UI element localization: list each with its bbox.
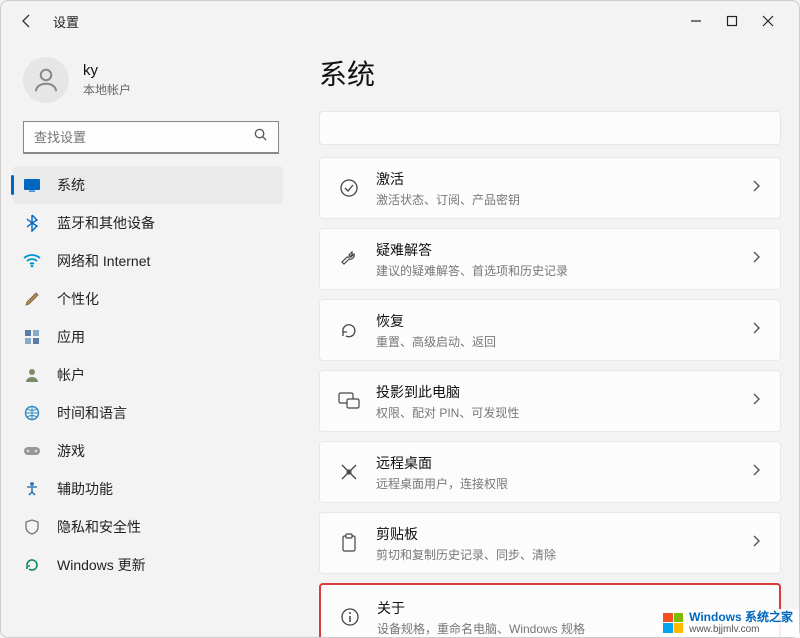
nav-item-accessibility[interactable]: 辅助功能	[1, 470, 291, 508]
user-text: ky 本地帐户	[83, 62, 131, 98]
apps-icon	[23, 328, 41, 346]
card-title: 疑难解答	[376, 240, 734, 260]
card-remote[interactable]: 远程桌面 远程桌面用户，连接权限	[319, 441, 781, 503]
card-subtitle: 剪切和复制历史记录、同步、清除	[376, 546, 734, 563]
main-panel: 系统 激活 激活状态、订阅、产品密钥 疑难解答	[291, 41, 799, 637]
wifi-icon	[23, 252, 41, 270]
search-box[interactable]	[23, 121, 279, 154]
nav-label: 时间和语言	[57, 403, 127, 423]
card-title: 恢复	[376, 311, 734, 331]
user-subtitle: 本地帐户	[83, 81, 131, 98]
card-title: 远程桌面	[376, 453, 734, 473]
nav-label: 蓝牙和其他设备	[57, 213, 155, 233]
window-controls	[687, 12, 777, 30]
chevron-right-icon	[750, 250, 762, 269]
card-subtitle: 重置、高级启动、返回	[376, 333, 734, 350]
nav-item-time[interactable]: 时间和语言	[1, 394, 291, 432]
maximize-button[interactable]	[723, 12, 741, 30]
nav-label: 帐户	[57, 365, 85, 385]
sidebar: ky 本地帐户 系统	[1, 41, 291, 637]
nav-label: 系统	[57, 175, 85, 195]
nav-label: 网络和 Internet	[57, 251, 150, 271]
chevron-right-icon	[750, 463, 762, 482]
chevron-right-icon	[750, 179, 762, 198]
brush-icon	[23, 290, 41, 308]
windows-logo-icon	[663, 613, 683, 633]
card-title: 投影到此电脑	[376, 382, 734, 402]
user-block[interactable]: ky 本地帐户	[1, 47, 291, 113]
accessibility-icon	[23, 480, 41, 498]
watermark-url: www.bjjmlv.com	[689, 624, 793, 635]
nav-item-privacy[interactable]: 隐私和安全性	[1, 508, 291, 546]
chevron-right-icon	[750, 321, 762, 340]
chevron-right-icon	[750, 534, 762, 553]
recovery-icon	[338, 319, 360, 341]
watermark: Windows 系统之家 www.bjjmlv.com	[657, 609, 799, 637]
nav-label: Windows 更新	[57, 555, 146, 575]
chevron-right-icon	[750, 392, 762, 411]
card-subtitle: 远程桌面用户，连接权限	[376, 475, 734, 492]
card-clipboard[interactable]: 剪贴板 剪切和复制历史记录、同步、清除	[319, 512, 781, 574]
nav-item-gaming[interactable]: 游戏	[1, 432, 291, 470]
content-area: ky 本地帐户 系统	[1, 41, 799, 637]
nav-item-bluetooth[interactable]: 蓝牙和其他设备	[1, 204, 291, 242]
wrench-icon	[338, 248, 360, 270]
nav-label: 辅助功能	[57, 479, 113, 499]
search-icon	[253, 127, 268, 147]
back-button[interactable]	[13, 7, 41, 35]
nav-item-system[interactable]: 系统	[13, 166, 283, 204]
card-title: 剪贴板	[376, 524, 734, 544]
card-subtitle: 激活状态、订阅、产品密钥	[376, 191, 734, 208]
card-troubleshoot[interactable]: 疑难解答 建议的疑难解答、首选项和历史记录	[319, 228, 781, 290]
user-name: ky	[83, 62, 131, 79]
avatar	[23, 57, 69, 103]
card-title: 激活	[376, 169, 734, 189]
card-recovery[interactable]: 恢复 重置、高级启动、返回	[319, 299, 781, 361]
card-activation[interactable]: 激活 激活状态、订阅、产品密钥	[319, 157, 781, 219]
nav-list: 系统 蓝牙和其他设备 网络和 Internet	[1, 166, 291, 637]
minimize-button[interactable]	[687, 12, 705, 30]
card-subtitle: 权限、配对 PIN、可发现性	[376, 404, 734, 421]
nav-item-network[interactable]: 网络和 Internet	[1, 242, 291, 280]
clipboard-icon	[338, 532, 360, 554]
shield-icon	[23, 518, 41, 536]
remote-icon	[338, 461, 360, 483]
globe-icon	[23, 404, 41, 422]
settings-window: 设置 ky 本地帐户	[0, 0, 800, 638]
person-icon	[23, 366, 41, 384]
card-subtitle: 建议的疑难解答、首选项和历史记录	[376, 262, 734, 279]
nav-item-accounts[interactable]: 帐户	[1, 356, 291, 394]
gamepad-icon	[23, 442, 41, 460]
window-title: 设置	[53, 12, 79, 31]
nav-label: 应用	[57, 327, 85, 347]
card-project[interactable]: 投影到此电脑 权限、配对 PIN、可发现性	[319, 370, 781, 432]
titlebar: 设置	[1, 1, 799, 41]
card-stub[interactable]	[319, 111, 781, 145]
info-icon	[339, 606, 361, 628]
close-button[interactable]	[759, 12, 777, 30]
project-icon	[338, 390, 360, 412]
watermark-title: Windows 系统之家	[689, 611, 793, 624]
nav-item-personalization[interactable]: 个性化	[1, 280, 291, 318]
nav-item-update[interactable]: Windows 更新	[1, 546, 291, 584]
check-circle-icon	[338, 177, 360, 199]
nav-label: 个性化	[57, 289, 99, 309]
nav-label: 游戏	[57, 441, 85, 461]
nav-label: 隐私和安全性	[57, 517, 141, 537]
display-icon	[23, 176, 41, 194]
bluetooth-icon	[23, 214, 41, 232]
search-input[interactable]	[34, 130, 253, 145]
page-title: 系统	[319, 53, 781, 93]
update-icon	[23, 556, 41, 574]
nav-item-apps[interactable]: 应用	[1, 318, 291, 356]
